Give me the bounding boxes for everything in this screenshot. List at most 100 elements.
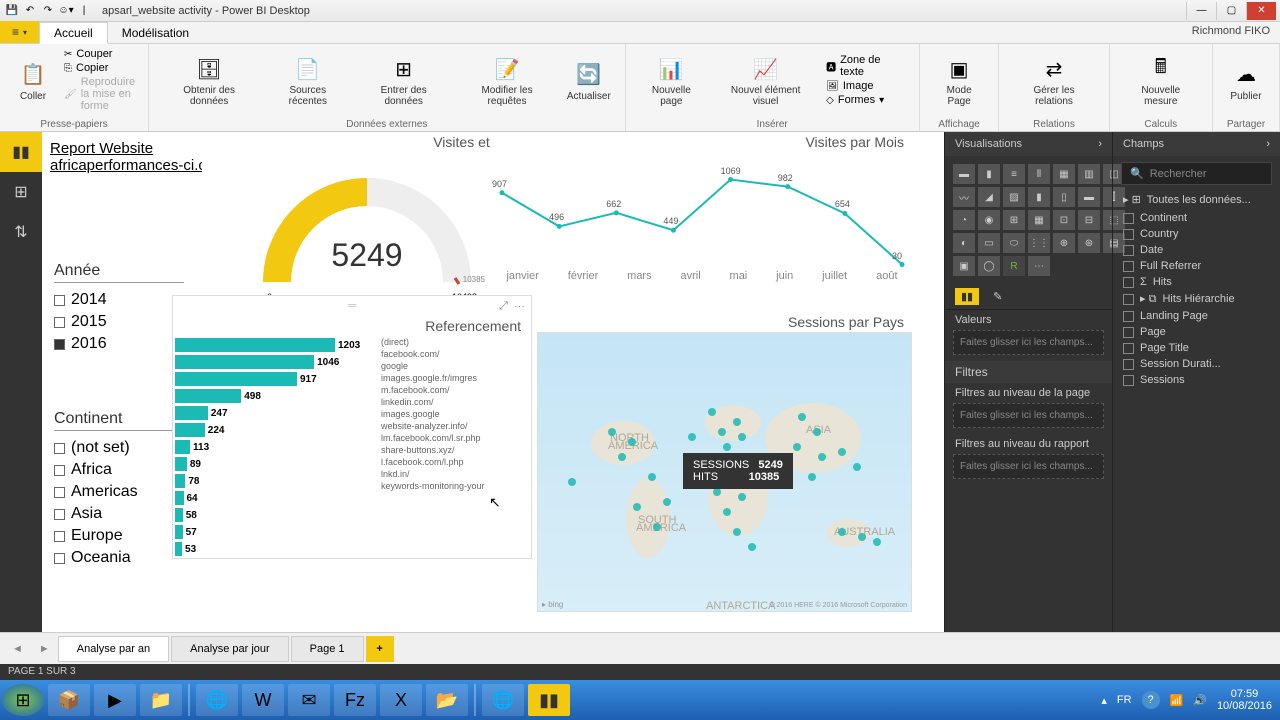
map-dot[interactable]: [608, 428, 616, 436]
slicer-continent-item[interactable]: Americas: [54, 481, 184, 503]
clock[interactable]: 07:5910/08/2016: [1217, 688, 1272, 712]
field-item[interactable]: Page: [1113, 324, 1280, 340]
gauge-visual[interactable]: 5249 0 10385 10498: [247, 152, 487, 302]
add-page-button[interactable]: +: [366, 636, 394, 662]
map-dot[interactable]: [653, 523, 661, 531]
more-options-icon[interactable]: ⋯: [514, 300, 525, 312]
map-dot[interactable]: [738, 493, 746, 501]
format-painter-button[interactable]: 🖌 Reproduire la mise en forme: [60, 75, 140, 113]
map-dot[interactable]: [838, 528, 846, 536]
shapes-button[interactable]: ◇ Formes ▾: [822, 93, 911, 107]
map-dot[interactable]: [818, 453, 826, 461]
bar-chart-visual[interactable]: ═ ⤢ ⋯ Referencement 12031046917498247224…: [172, 295, 532, 559]
start-button[interactable]: ⊞: [2, 684, 44, 716]
slicer-annee[interactable]: Année 201420152016: [54, 262, 184, 355]
network-icon[interactable]: 📶: [1170, 694, 1184, 707]
slicer-year-item[interactable]: 2014: [54, 289, 184, 311]
map-visual[interactable]: NORTH AMERICA SOUTH AMERICA ASIA AUSTRAL…: [537, 332, 912, 612]
close-icon[interactable]: ✕: [1246, 2, 1276, 20]
focus-mode-icon[interactable]: ⤢: [499, 300, 508, 312]
prev-page-icon[interactable]: ◄: [4, 639, 31, 659]
map-dot[interactable]: [708, 408, 716, 416]
report-link-1[interactable]: Report Website: [50, 140, 227, 157]
taskbar-word[interactable]: W: [242, 684, 284, 716]
bar-row[interactable]: 78: [175, 473, 373, 489]
taskbar-outlook[interactable]: ✉: [288, 684, 330, 716]
slicer-year-item[interactable]: 2015: [54, 311, 184, 333]
map-dot[interactable]: [748, 543, 756, 551]
map-dot[interactable]: [663, 498, 671, 506]
map-dot[interactable]: [618, 453, 626, 461]
field-item[interactable]: ▸ ⧉ Hits Hiérarchie: [1113, 290, 1280, 308]
bar-row[interactable]: 53: [175, 541, 373, 557]
table-header[interactable]: ▸ ⊞ Toutes les données...: [1113, 191, 1280, 208]
report-filter-drop[interactable]: Faites glisser ici les champs...: [953, 454, 1104, 479]
redo-icon[interactable]: ↷: [40, 3, 56, 19]
map-dot[interactable]: [723, 443, 731, 451]
new-page-button[interactable]: 📊Nouvelle page: [634, 51, 709, 109]
field-item[interactable]: Full Referrer: [1113, 258, 1280, 274]
map-dot[interactable]: [733, 418, 741, 426]
data-view-icon[interactable]: ⊞: [0, 172, 42, 212]
taskbar-app-2[interactable]: ▶: [94, 684, 136, 716]
taskbar-app-1[interactable]: 📦: [48, 684, 90, 716]
taskbar-explorer[interactable]: 📂: [426, 684, 468, 716]
viz-gallery[interactable]: ▬▮≡⫴▦▥◫ 〰◢▨▮▯▬⫿ ◔◉⊞▦⊡⊟⬚ ◐▭⬭⋮⋮⊕⊛▤ ▣◯R⋯: [945, 156, 1112, 284]
bar-row[interactable]: 89: [175, 456, 373, 472]
field-item[interactable]: Landing Page: [1113, 308, 1280, 324]
map-dot[interactable]: [733, 528, 741, 536]
map-dot[interactable]: [808, 473, 816, 481]
map-dot[interactable]: [723, 508, 731, 516]
new-visual-button[interactable]: 📈Nouvel élément visuel: [711, 51, 820, 109]
taskbar-chrome[interactable]: 🌐: [196, 684, 238, 716]
volume-icon[interactable]: 🔊: [1193, 694, 1207, 707]
field-item[interactable]: Country: [1113, 226, 1280, 242]
bar-row[interactable]: 917: [175, 371, 373, 387]
field-item[interactable]: Σ Hits: [1113, 274, 1280, 290]
bar-row[interactable]: 224: [175, 422, 373, 438]
line-chart[interactable]: 907496662449106998265430 janvierfévrierm…: [492, 152, 912, 282]
field-item[interactable]: Sessions: [1113, 372, 1280, 388]
slicer-continent-item[interactable]: Oceania: [54, 547, 184, 569]
page-filter-drop[interactable]: Faites glisser ici les champs...: [953, 403, 1104, 428]
taskbar-powerbi[interactable]: ▮▮: [528, 684, 570, 716]
map-dot[interactable]: [838, 448, 846, 456]
maximize-icon[interactable]: ▢: [1216, 2, 1246, 20]
map-dot[interactable]: [718, 428, 726, 436]
report-view-icon[interactable]: ▮▮: [0, 132, 42, 172]
page-tab-1[interactable]: Analyse par an: [58, 636, 169, 662]
field-item[interactable]: Session Durati...: [1113, 356, 1280, 372]
smiley-icon[interactable]: ☺▾: [58, 3, 74, 19]
bar-row[interactable]: 58: [175, 507, 373, 523]
bar-row[interactable]: 113: [175, 439, 373, 455]
bar-row[interactable]: 57: [175, 524, 373, 540]
field-item[interactable]: Date: [1113, 242, 1280, 258]
map-dot[interactable]: [633, 503, 641, 511]
cut-button[interactable]: ✂ Couper: [60, 47, 140, 61]
map-dot[interactable]: [858, 533, 866, 541]
field-item[interactable]: Page Title: [1113, 340, 1280, 356]
manage-relations-button[interactable]: ⇄Gérer les relations: [1007, 51, 1100, 109]
report-link-2[interactable]: africaperformances-ci.com: [50, 157, 227, 174]
save-icon[interactable]: 💾: [4, 3, 20, 19]
visual-handle-icon[interactable]: ═: [348, 300, 356, 312]
collapse-icon[interactable]: ›: [1266, 138, 1270, 150]
map-dot[interactable]: [813, 428, 821, 436]
bar-row[interactable]: 64: [175, 490, 373, 506]
bar-row[interactable]: 1046: [175, 354, 373, 370]
new-measure-button[interactable]: 🖩Nouvelle mesure: [1118, 51, 1204, 109]
minimize-icon[interactable]: —: [1186, 2, 1216, 20]
slicer-continent-item[interactable]: Africa: [54, 459, 184, 481]
map-dot[interactable]: [688, 433, 696, 441]
map-dot[interactable]: [793, 443, 801, 451]
format-tab-icon[interactable]: ✎: [987, 288, 1008, 305]
lang-indicator[interactable]: FR: [1117, 694, 1132, 706]
page-tab-3[interactable]: Page 1: [291, 636, 364, 662]
collapse-icon[interactable]: ›: [1098, 138, 1102, 150]
values-drop[interactable]: Faites glisser ici les champs...: [953, 330, 1104, 355]
page-view-button[interactable]: ▣Mode Page: [928, 51, 991, 109]
bar-row[interactable]: 498: [175, 388, 373, 404]
refresh-button[interactable]: 🔄Actualiser: [561, 57, 617, 104]
map-dot[interactable]: [873, 538, 881, 546]
tray-up-icon[interactable]: ▴: [1101, 694, 1107, 707]
